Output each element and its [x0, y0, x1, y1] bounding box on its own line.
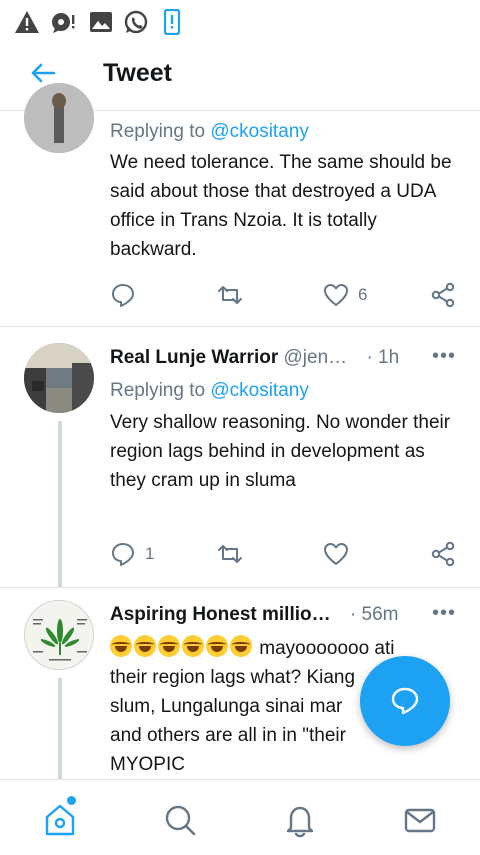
- retweet-icon: [218, 286, 242, 304]
- tweet-header: Real Lunje Warrior @jen… · 1h: [110, 347, 399, 369]
- thread-line: [58, 421, 62, 587]
- replying-to-label: Replying to: [110, 380, 206, 401]
- status-bar: [0, 0, 480, 44]
- reply-icon: [112, 284, 134, 307]
- tears-of-joy-emoji-icon: [230, 635, 252, 657]
- share-button[interactable]: [430, 282, 456, 308]
- notifications-icon[interactable]: [282, 802, 318, 838]
- compose-reply-icon: [391, 687, 419, 715]
- share-icon: [431, 541, 455, 567]
- timestamp: 56m: [361, 604, 399, 625]
- like-count: 6: [358, 285, 368, 304]
- replying-to-line: Replying to @ckositany: [110, 121, 309, 143]
- share-icon: [431, 282, 455, 308]
- compose-reply-button[interactable]: [360, 656, 450, 746]
- tears-of-joy-emoji-icon: [134, 635, 156, 657]
- tweet-text-line-5: MYOPIC: [110, 754, 185, 775]
- separator: ·: [349, 604, 357, 625]
- retweet-icon: [218, 545, 242, 563]
- tweet-text: We need tolerance. The same should be sa…: [110, 152, 452, 260]
- avatar[interactable]: [24, 343, 94, 413]
- display-name[interactable]: Real Lunje Warrior: [110, 347, 278, 368]
- tweet-reply-1[interactable]: Replying to @ckositany We need tolerance…: [0, 83, 480, 327]
- messages-icon[interactable]: [402, 802, 438, 838]
- tweet-reply-2[interactable]: Real Lunje Warrior @jen… · 1h ••• Replyi…: [0, 327, 480, 588]
- tears-of-joy-emoji-icon: [206, 635, 228, 657]
- retweet-button[interactable]: [217, 541, 252, 567]
- home-notification-dot: [67, 796, 76, 805]
- reply-button[interactable]: 1: [110, 541, 154, 567]
- timestamp: 1h: [378, 347, 400, 368]
- page-title: Tweet: [103, 59, 172, 87]
- tweet-actions: 1: [110, 541, 460, 571]
- retweet-button[interactable]: [217, 282, 252, 308]
- home-icon[interactable]: [42, 802, 78, 838]
- heart-icon: [324, 284, 348, 306]
- chat-bubble-alert-icon: [52, 13, 75, 33]
- image-icon: [90, 12, 112, 32]
- separator: ·: [366, 347, 373, 368]
- tweet-text-segment: mayooooooo ati: [259, 638, 395, 659]
- tears-of-joy-emoji-icon: [110, 635, 132, 657]
- reply-count: 1: [145, 544, 155, 563]
- reply-button[interactable]: [110, 282, 145, 308]
- tweet-header: Aspiring Honest millio… · 56m: [110, 604, 398, 626]
- marijuana-leaf-logo: [25, 601, 93, 669]
- replying-to-label: Replying to: [110, 121, 206, 142]
- display-name[interactable]: Aspiring Honest millio…: [110, 604, 331, 625]
- bottom-nav: [0, 779, 480, 855]
- tweet-actions: 6: [110, 282, 460, 312]
- avatar[interactable]: [24, 83, 94, 153]
- more-options-icon[interactable]: •••: [432, 602, 456, 625]
- avatar[interactable]: [24, 600, 94, 670]
- mention-link[interactable]: @ckositany: [210, 380, 309, 401]
- heart-icon: [324, 543, 348, 565]
- search-icon[interactable]: [162, 802, 198, 838]
- avatar-photo: [24, 343, 94, 413]
- warning-icon: [15, 11, 39, 33]
- avatar-photo: [24, 83, 94, 153]
- tears-of-joy-emoji-icon: [158, 635, 180, 657]
- phone-alert-icon: [163, 9, 181, 35]
- like-button[interactable]: 6: [323, 282, 367, 308]
- replying-to-line: Replying to @ckositany: [110, 380, 309, 402]
- mention-link[interactable]: @ckositany: [210, 121, 309, 142]
- more-options-icon[interactable]: •••: [432, 345, 456, 368]
- reply-icon: [112, 543, 134, 566]
- tears-of-joy-emoji-icon: [182, 635, 204, 657]
- thread-line: [58, 678, 62, 779]
- whatsapp-icon: [124, 10, 148, 34]
- like-button[interactable]: [323, 541, 358, 567]
- tweet-text: Very shallow reasoning. No wonder their …: [110, 412, 451, 491]
- user-handle[interactable]: @jen…: [284, 347, 348, 368]
- share-button[interactable]: [430, 541, 456, 567]
